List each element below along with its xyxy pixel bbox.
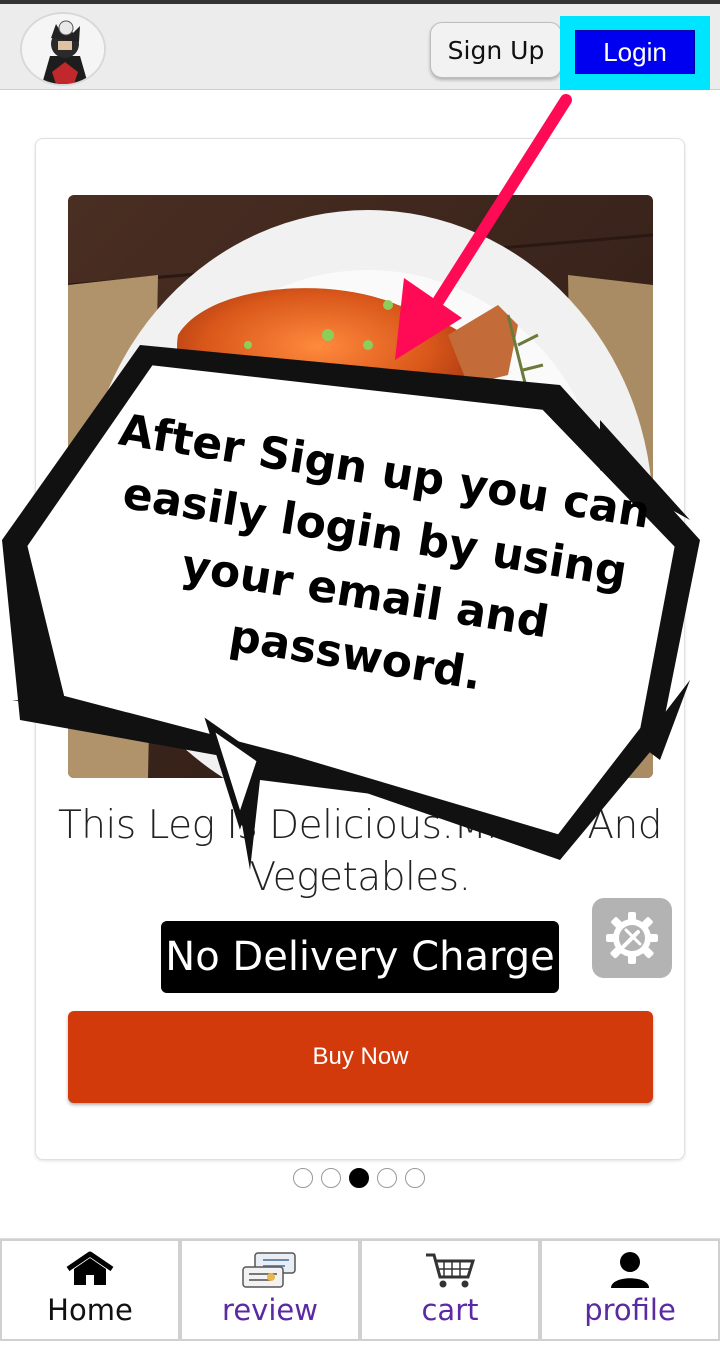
top-bar: Sign Up Login	[0, 0, 720, 90]
carousel-dot-active[interactable]	[349, 1168, 369, 1188]
nav-label-review: review	[222, 1293, 318, 1327]
carousel-dots	[293, 1168, 425, 1188]
nav-label-cart: cart	[421, 1293, 479, 1327]
nav-item-review[interactable]: review	[180, 1239, 360, 1341]
gear-tools-icon	[606, 912, 658, 964]
nav-item-cart[interactable]: cart	[360, 1239, 540, 1341]
carousel-dot[interactable]	[293, 1168, 313, 1188]
cart-icon	[426, 1253, 476, 1288]
nav-item-profile[interactable]: profile	[540, 1239, 720, 1341]
product-title: This Leg Is Delicious.Mix ps And Vegetab…	[57, 803, 663, 900]
avatar[interactable]	[20, 12, 106, 86]
avatar-image	[22, 14, 104, 84]
chat-bubbles-icon	[242, 1252, 296, 1288]
nav-item-home[interactable]: Home	[0, 1239, 180, 1341]
home-icon	[66, 1251, 114, 1285]
bottom-nav: Home review cart profile	[0, 1238, 720, 1345]
settings-fab[interactable]	[592, 898, 672, 978]
login-button[interactable]: Login	[575, 30, 695, 74]
carousel-dot[interactable]	[377, 1168, 397, 1188]
nav-label-profile: profile	[584, 1293, 676, 1327]
person-icon	[611, 1252, 649, 1288]
buy-now-button[interactable]: Buy Now	[68, 1011, 653, 1103]
delivery-badge: No Delivery Charge	[161, 921, 559, 993]
carousel-dot[interactable]	[405, 1168, 425, 1188]
signup-button[interactable]: Sign Up	[430, 22, 562, 78]
nav-label-home: Home	[47, 1293, 133, 1327]
carousel-dot[interactable]	[321, 1168, 341, 1188]
